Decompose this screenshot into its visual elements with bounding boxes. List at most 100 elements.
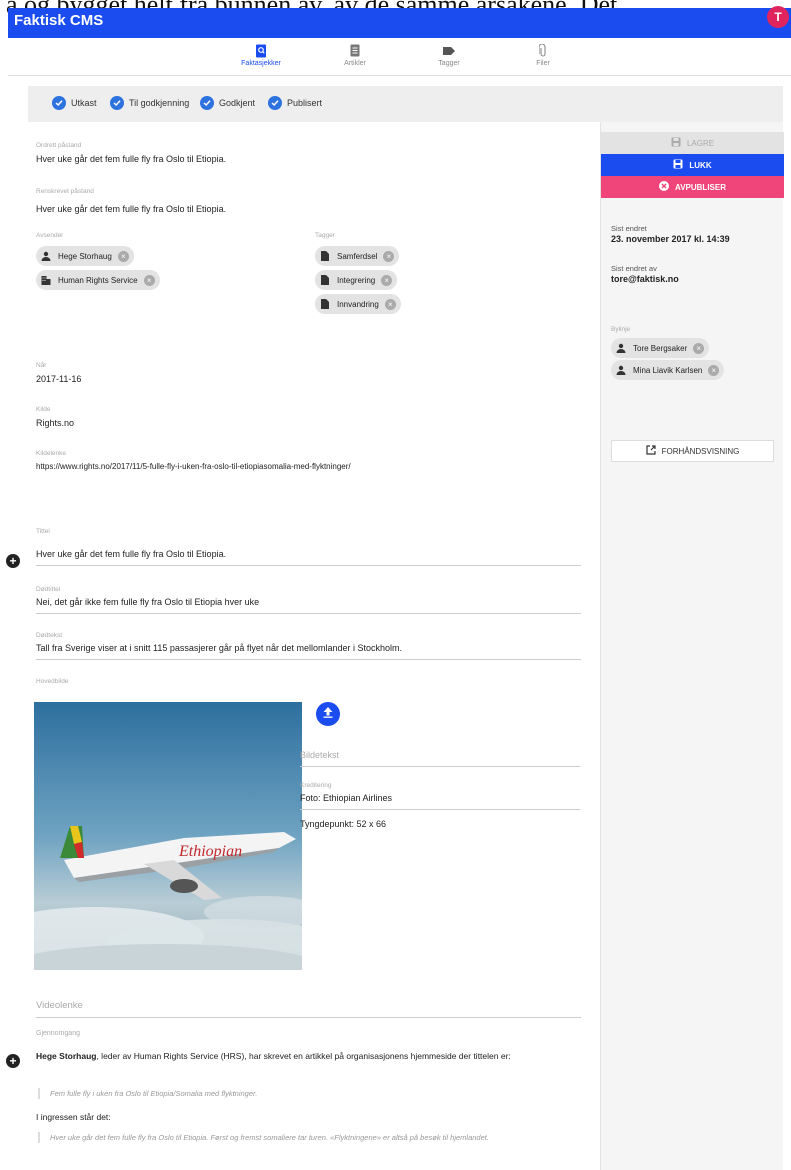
- status-stepper: Utkast Til godkjenning Godkjent Publiser…: [28, 86, 783, 122]
- remove-icon[interactable]: ×: [117, 250, 129, 262]
- title-field[interactable]: Tittel Hver uke går det fem fulle fly fr…: [36, 528, 581, 566]
- authors-label: Bylinje: [611, 326, 631, 333]
- upload-button[interactable]: [316, 702, 340, 726]
- focus-point: Tyngdepunkt: 52 x 66: [300, 819, 387, 829]
- remove-icon[interactable]: ×: [708, 364, 720, 376]
- remove-icon[interactable]: ×: [381, 274, 393, 286]
- tab-tagger[interactable]: Tagger: [404, 44, 494, 67]
- credit-label: Kreditering: [300, 782, 332, 789]
- check-circle-icon: [200, 96, 214, 110]
- source-link-value[interactable]: https://www.rights.no/2017/11/5-fulle-fl…: [36, 462, 351, 471]
- avatar[interactable]: T: [767, 6, 789, 28]
- review-quote-1: Fem fulle fly i uken fra Oslo til Etiopi…: [38, 1088, 578, 1099]
- detail-field[interactable]: Dødtekst Tall fra Sverige viser at i sni…: [36, 632, 581, 660]
- source-link-label: Kildelenke: [36, 450, 66, 457]
- add-block-button[interactable]: +: [6, 554, 20, 568]
- title-value[interactable]: Hver uke går det fem fulle fly fra Oslo …: [36, 549, 581, 565]
- check-circle-icon: [52, 96, 66, 110]
- preview-button[interactable]: FORHÅNDSVISNING: [611, 440, 774, 462]
- document-icon: [319, 274, 331, 286]
- credit-field[interactable]: Kreditering Foto: Ethiopian Airlines: [300, 782, 580, 810]
- tags-label: Tagger: [315, 232, 335, 239]
- person-icon: [615, 364, 627, 376]
- chip-label: Human Rights Service: [58, 275, 138, 285]
- main-image-label: Hovedbilde: [36, 678, 69, 685]
- document-icon: [319, 250, 331, 262]
- detail-value[interactable]: Tall fra Sverige viser at i snitt 115 pa…: [36, 643, 581, 659]
- review-author: Hege Storhaug: [36, 1051, 97, 1061]
- main-form: Ordrett påstand Hver uke går det fem ful…: [28, 122, 600, 1170]
- tab-filer[interactable]: Filer: [498, 43, 588, 67]
- cancel-circle-icon: [659, 181, 670, 193]
- when-label: Når: [36, 362, 47, 369]
- close-label: LUKK: [689, 160, 712, 170]
- author-chip[interactable]: Mina Liavik Karlsen ×: [611, 360, 725, 380]
- chip-label: Samferdsel: [337, 251, 378, 261]
- sidebar: LAGRE LUKK AVPUBLISER Sist endret 23. no…: [600, 122, 784, 1170]
- tag-chip[interactable]: Integrering ×: [315, 270, 398, 290]
- credit-value[interactable]: Foto: Ethiopian Airlines: [300, 793, 580, 809]
- step-godkjent[interactable]: Godkjent: [200, 96, 255, 110]
- close-button[interactable]: LUKK: [601, 154, 784, 176]
- step-label: Publisert: [287, 98, 323, 108]
- step-utkast[interactable]: Utkast: [52, 96, 97, 110]
- source-label: Kilde: [36, 406, 51, 413]
- remove-icon[interactable]: ×: [384, 298, 396, 310]
- person-icon: [40, 250, 52, 262]
- chip-label: Hege Storhaug: [58, 251, 112, 261]
- remove-icon[interactable]: ×: [693, 342, 705, 354]
- remove-icon[interactable]: ×: [143, 274, 155, 286]
- step-label: Godkjent: [219, 98, 256, 108]
- chip-label: Mina Liavik Karlsen: [633, 365, 703, 375]
- remove-icon[interactable]: ×: [383, 250, 395, 262]
- subtitle-label: Dødtittel: [36, 586, 61, 593]
- last-changed-by-value: tore@faktisk.no: [611, 274, 679, 284]
- source-value[interactable]: Rights.no: [36, 418, 74, 428]
- caption-placeholder: Bildetekst: [300, 750, 340, 760]
- tag-chip[interactable]: Innvandring ×: [315, 294, 401, 314]
- video-link-field[interactable]: Videolenke: [36, 1000, 581, 1018]
- check-circle-icon: [268, 96, 282, 110]
- main-image[interactable]: Ethiopian: [34, 702, 302, 970]
- sender-chip[interactable]: Human Rights Service ×: [36, 270, 160, 290]
- review-intro[interactable]: Hege Storhaug, leder av Human Rights Ser…: [36, 1050, 581, 1062]
- chip-label: Innvandring: [337, 299, 379, 309]
- step-publisert[interactable]: Publisert: [268, 96, 322, 110]
- preview-label: FORHÅNDSVISNING: [661, 446, 740, 456]
- plane-livery-text: Ethiopian: [178, 843, 242, 860]
- search-doc-icon: [216, 44, 306, 58]
- tag-chip[interactable]: Samferdsel ×: [315, 246, 400, 266]
- unpublish-button[interactable]: AVPUBLISER: [601, 176, 784, 198]
- chip-label: Integrering: [337, 275, 376, 285]
- original-claim-label: Ordrett påstand: [36, 142, 82, 149]
- senders-label: Avsender: [36, 232, 64, 239]
- caption-field[interactable]: Bildetekst: [300, 750, 580, 767]
- when-value[interactable]: 2017-11-16: [36, 374, 81, 384]
- author-chip[interactable]: Tore Bergsaker ×: [611, 338, 710, 358]
- save-label: LAGRE: [686, 138, 715, 148]
- subtitle-value[interactable]: Nei, det går ikke fem fulle fly fra Oslo…: [36, 597, 581, 613]
- review-label: Gjennomgang: [36, 1030, 80, 1037]
- last-changed-by-label: Sist endret av: [611, 264, 657, 273]
- original-claim-value[interactable]: Hver uke går det fem fulle fly fra Oslo …: [36, 154, 226, 164]
- app-title: Faktisk CMS: [14, 12, 104, 29]
- open-external-icon: [645, 445, 656, 457]
- tab-artikler[interactable]: Artikler: [310, 44, 400, 67]
- save-icon: [673, 159, 683, 171]
- tab-label: Filer: [536, 60, 550, 67]
- detail-label: Dødtekst: [36, 632, 63, 639]
- chip-label: Tore Bergsaker: [633, 343, 688, 353]
- video-link-placeholder: Videolenke: [36, 1000, 83, 1011]
- save-button[interactable]: LAGRE: [601, 132, 784, 154]
- review-intro-text: , leder av Human Rights Service (HRS), h…: [96, 1051, 511, 1061]
- refined-claim-value[interactable]: Hver uke går det fem fulle fly fra Oslo …: [36, 204, 226, 214]
- step-label: Utkast: [71, 98, 97, 108]
- step-til-godkjenning[interactable]: Til godkjenning: [110, 96, 189, 110]
- sender-chip[interactable]: Hege Storhaug ×: [36, 246, 134, 266]
- tab-faktasjekker[interactable]: Faktasjekker: [216, 44, 306, 67]
- subtitle-field[interactable]: Dødtittel Nei, det går ikke fem fulle fl…: [36, 586, 581, 614]
- add-block-button[interactable]: +: [6, 1054, 20, 1068]
- person-icon: [615, 342, 627, 354]
- nav-tabs: Faktasjekker Artikler Tagger Filer: [8, 38, 791, 76]
- tab-label: Tagger: [438, 60, 460, 67]
